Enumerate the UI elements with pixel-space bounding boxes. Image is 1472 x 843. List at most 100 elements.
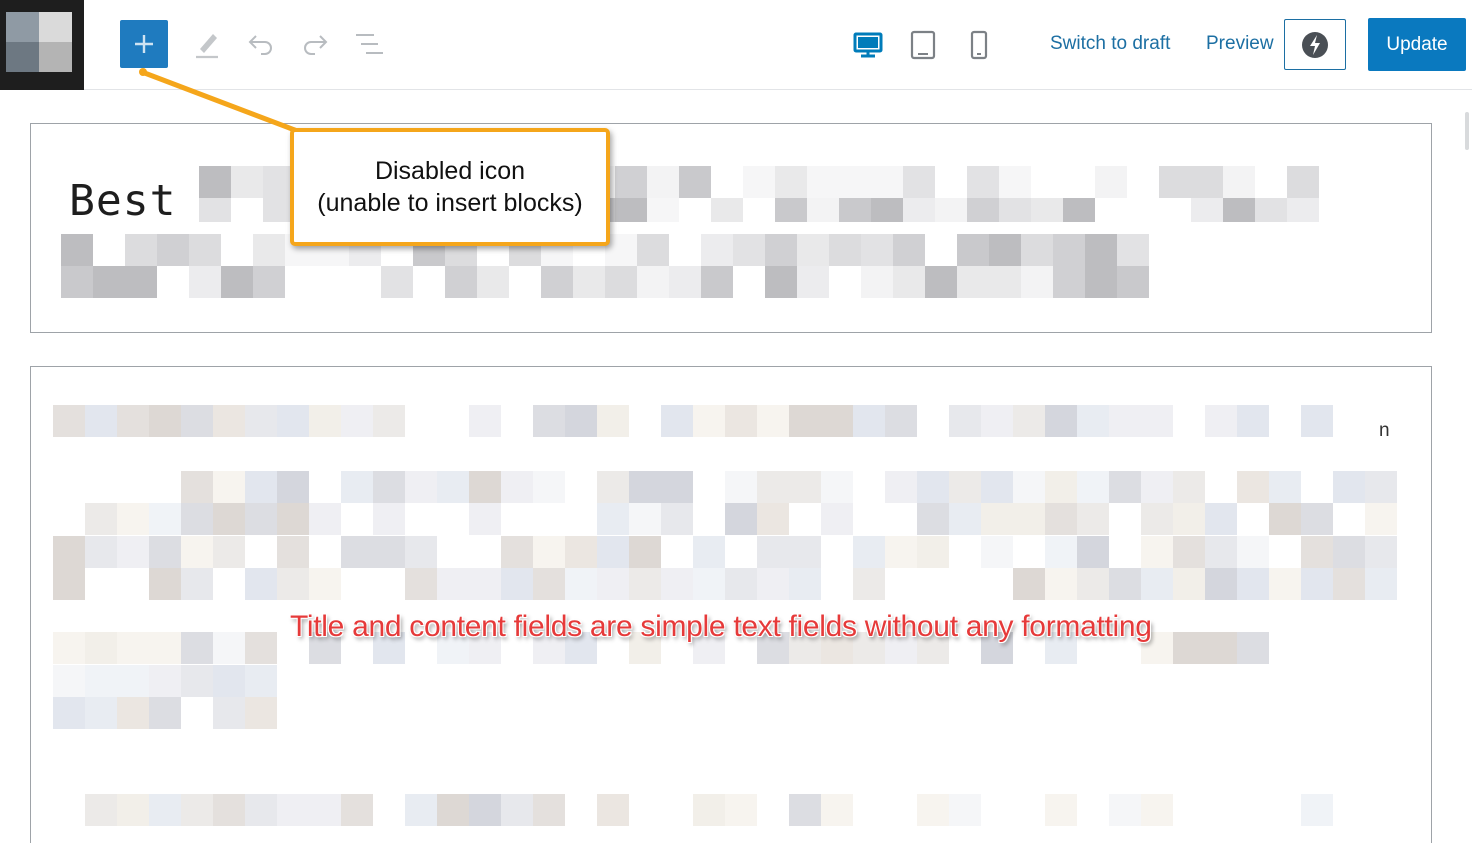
redaction-pixel [85,665,117,697]
redaction-pixel [693,536,725,568]
redaction-pixel [53,536,85,568]
redaction-pixel [1109,794,1141,826]
redaction-pixel [149,405,181,437]
redaction-pixel [1237,405,1269,437]
redaction-pixel [1191,198,1223,222]
redaction-pixel [1301,794,1333,826]
redaction-pixel [213,794,245,826]
redaction-pixel [597,503,629,535]
redaction-pixel [981,405,1013,437]
post-content-field[interactable] [30,366,1432,843]
redaction-pixel [757,471,789,503]
redaction-pixel [245,568,277,600]
scrollbar[interactable] [1465,112,1469,150]
performance-button[interactable] [1284,19,1346,70]
tablet-icon [910,30,936,60]
redaction-pixel [533,405,565,437]
redaction-pixel [53,568,85,600]
preview-tablet-button[interactable] [906,27,940,63]
redaction-pixel [117,697,149,729]
redaction-pixel [149,697,181,729]
redaction-pixel [1141,568,1173,600]
redaction-pixel [181,632,213,664]
redaction-pixel [245,665,277,697]
redaction-pixel [999,198,1031,222]
redaction-pixel [1013,503,1045,535]
redaction-pixel [743,166,775,198]
redaction-pixel [765,266,797,298]
redaction-pixel [341,536,373,568]
redaction-pixel [757,405,789,437]
redaction-pixel [1269,568,1301,600]
redaction-pixel [213,536,245,568]
redaction-pixel [725,568,757,600]
switch-to-draft-button[interactable]: Switch to draft [1050,33,1170,55]
redaction-pixel [797,266,829,298]
redaction-pixel [917,794,949,826]
redaction-pixel [1365,503,1397,535]
redaction-pixel [1045,568,1077,600]
redaction-pixel [149,665,181,697]
redaction-pixel [469,568,501,600]
redaction-pixel [533,794,565,826]
redaction-pixel [1205,405,1237,437]
redaction-pixel [1109,405,1141,437]
redaction-pixel [1095,166,1127,198]
redaction-pixel [797,234,829,266]
redaction-pixel [725,471,757,503]
redaction-pixel [565,405,597,437]
redaction-pixel [821,794,853,826]
redaction-pixel [533,568,565,600]
redaction-pixel [1237,568,1269,600]
redaction-pixel [999,166,1031,198]
redaction-pixel [277,794,309,826]
redaction-pixel [789,568,821,600]
redaction-pixel [1117,266,1149,298]
redaction-pixel [981,471,1013,503]
redaction-pixel [1031,198,1063,222]
redaction-pixel [245,405,277,437]
redaction-pixel [181,536,213,568]
redaction-pixel [1333,471,1365,503]
callout-line-2: (unable to insert blocks) [317,189,583,217]
redaction-pixel [925,266,957,298]
redaction-pixel [1365,536,1397,568]
redaction-pixel [213,665,245,697]
redaction-pixel [597,471,629,503]
preview-mobile-button[interactable] [964,27,994,63]
redaction-pixel [1021,234,1053,266]
redaction-pixel [469,471,501,503]
redaction-pixel [1173,568,1205,600]
redaction-pixel [181,471,213,503]
preview-button[interactable]: Preview [1206,33,1274,55]
redaction-pixel [789,536,821,568]
redaction-pixel [629,536,661,568]
redaction-pixel [213,503,245,535]
redaction-pixel [597,405,629,437]
redaction-pixel [893,234,925,266]
redaction-pixel [903,198,935,222]
redaction-pixel [181,794,213,826]
redaction-pixel [53,665,85,697]
redaction-pixel [807,166,839,198]
update-button[interactable]: Update [1368,18,1466,71]
preview-desktop-button[interactable] [850,28,886,62]
redaction-pixel [597,794,629,826]
redaction-pixel [277,471,309,503]
redaction-pixel [1045,405,1077,437]
content-trailing-char: n [1379,420,1390,441]
disabled-icon-callout: Disabled icon (unable to insert blocks) [290,128,610,246]
redaction-pixel [861,234,893,266]
redaction-pixel [629,471,661,503]
redaction-pixel [757,536,789,568]
redaction-pixel [149,632,181,664]
redaction-pixel [821,471,853,503]
redaction-pixel [469,405,501,437]
redaction-pixel [1045,794,1077,826]
redaction-pixel [501,794,533,826]
redaction-pixel [789,794,821,826]
redaction-pixel [405,536,437,568]
redaction-pixel [1085,234,1117,266]
redaction-pixel [725,405,757,437]
redaction-pixel [117,794,149,826]
